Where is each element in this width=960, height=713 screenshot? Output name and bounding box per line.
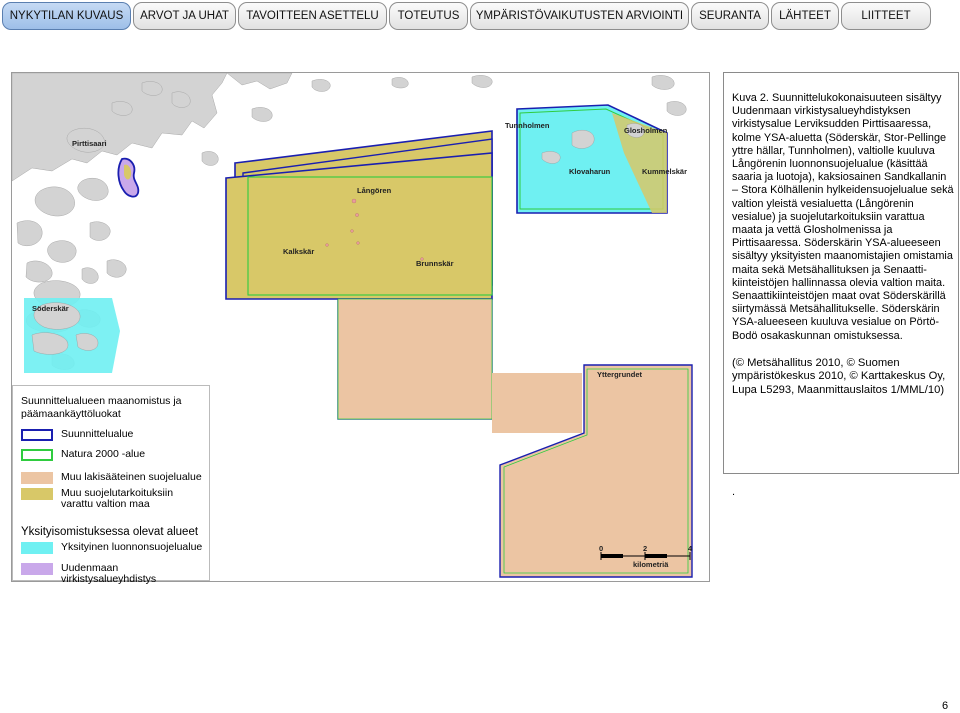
scale-unit: kilometriä	[633, 560, 669, 569]
swatch-private-reserve	[21, 542, 53, 554]
label-brunnskar: Brunnskär	[416, 259, 454, 268]
legend-private-title: Yksityisomistuksessa olevat alueet	[21, 526, 199, 538]
label-yttergrundet: Yttergrundet	[597, 370, 643, 379]
figure-caption: Kuva 2. Suunnittelukokonaisuuteen sisält…	[723, 72, 959, 474]
label-langoren: Långören	[357, 186, 392, 195]
scale-tick-0: 0	[599, 544, 603, 553]
stray-dot: .	[732, 486, 736, 498]
label-soderskar: Söderskär	[32, 304, 69, 313]
legend-item-state-land: Muu suojelutarkoituksiin varattu valtion…	[21, 488, 201, 510]
tab-seuranta[interactable]: SEURANTA	[691, 2, 769, 30]
legend-label: Uudenmaan virkistysalueyhdistys	[61, 562, 157, 585]
legend-item-private-reserve: Yksityinen luonnonsuojelualue	[21, 542, 202, 554]
label-tunnholmen: Tunnholmen	[505, 121, 550, 130]
map-legend: Suunnittelualueen maanomistus ja päämaan…	[12, 385, 210, 585]
label-glosholmen: Glosholmen	[624, 126, 668, 135]
legend-label: Natura 2000 -alue	[61, 448, 146, 460]
swatch-statutory-reserve	[21, 472, 53, 484]
legend-item-statutory-reserve: Muu lakisääteinen suojelualue	[21, 472, 202, 484]
legend-item-natura: Natura 2000 -alue	[21, 449, 145, 461]
label-kummelskar: Kummelskär	[642, 167, 687, 176]
swatch-uusimaa-association	[21, 563, 53, 575]
legend-label: Muu lakisääteinen suojelualue	[61, 471, 202, 483]
label-klovaharun: Klovaharun	[569, 167, 611, 176]
caption-text: Kuva 2. Suunnittelukokonaisuuteen sisält…	[732, 92, 954, 342]
label-pirttisaari: Pirttisaari	[72, 139, 107, 148]
tab-lahteet[interactable]: LÄHTEET	[771, 2, 839, 30]
scale-tick-2: 2	[643, 544, 647, 553]
swatch-natura	[21, 449, 53, 461]
page-number: 6	[942, 700, 949, 712]
top-navigation: NYKYTILAN KUVAUS ARVOT JA UHAT TAVOITTEE…	[2, 2, 931, 32]
swatch-planning-area	[21, 429, 53, 441]
tab-nykytilan-kuvaus[interactable]: NYKYTILAN KUVAUS	[2, 2, 131, 30]
legend-item-planning-area: Suunnittelualue	[21, 429, 133, 441]
legend-label: Yksityinen luonnonsuojelualue	[61, 541, 203, 553]
swatch-state-land	[21, 488, 53, 500]
tab-ymparistovaikutusten-arviointi[interactable]: YMPÄRISTÖVAIKUTUSTEN ARVIOINTI	[470, 2, 689, 30]
tab-toteutus[interactable]: TOTEUTUS	[389, 2, 468, 30]
tab-tavoitteen-asettelu[interactable]: TAVOITTEEN ASETTELU	[238, 2, 387, 30]
caption-credit: (© Metsähallitus 2010, © Suomen ympärist…	[732, 356, 946, 396]
legend-label: Muu suojelutarkoituksiin varattu valtion…	[61, 487, 174, 510]
tab-liitteet[interactable]: LIITTEET	[841, 2, 931, 30]
tab-arvot-ja-uhat[interactable]: ARVOT JA UHAT	[133, 2, 236, 30]
legend-label: Suunnittelualue	[61, 428, 134, 440]
legend-item-uusimaa-association: Uudenmaan virkistysalueyhdistys	[21, 563, 209, 585]
label-kalkskar: Kalkskär	[283, 247, 314, 256]
legend-title: Suunnittelualueen maanomistus ja päämaan…	[21, 395, 182, 420]
